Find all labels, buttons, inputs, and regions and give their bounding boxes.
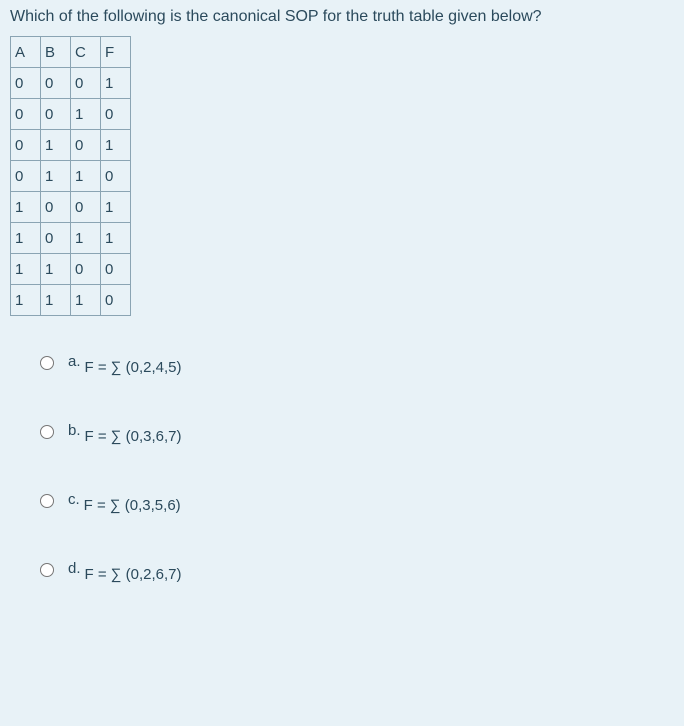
cell: 1 [101,192,131,223]
option-letter: d. [68,560,81,577]
radio-d[interactable] [40,563,54,577]
cell: 0 [101,285,131,316]
cell: 0 [11,99,41,130]
cell: 1 [101,68,131,99]
cell: 0 [71,192,101,223]
cell: 0 [101,99,131,130]
cell: 0 [71,130,101,161]
header-cell: A [11,37,41,68]
truth-table: A B C F 0 0 0 1 0 0 1 0 0 1 0 1 0 1 1 0 … [10,36,131,316]
cell: 0 [41,192,71,223]
header-cell: B [41,37,71,68]
option-letter: a. [68,353,81,370]
table-row: 0 0 1 0 [11,99,131,130]
option-formula: F = ∑ (0,2,6,7) [85,566,182,583]
cell: 1 [41,285,71,316]
option-b[interactable]: b. F = ∑ (0,3,6,7) [40,425,674,442]
cell: 1 [71,285,101,316]
option-formula: F = ∑ (0,2,4,5) [85,359,182,376]
cell: 0 [11,130,41,161]
cell: 1 [101,130,131,161]
cell: 1 [11,285,41,316]
options-group: a. F = ∑ (0,2,4,5) b. F = ∑ (0,3,6,7) c.… [10,356,674,580]
option-letter: b. [68,422,81,439]
cell: 1 [11,254,41,285]
cell: 1 [71,99,101,130]
cell: 0 [41,223,71,254]
table-row: 0 1 1 0 [11,161,131,192]
table-row: 1 0 1 1 [11,223,131,254]
cell: 0 [41,99,71,130]
cell: 1 [71,161,101,192]
option-d[interactable]: d. F = ∑ (0,2,6,7) [40,563,674,580]
cell: 0 [101,254,131,285]
cell: 0 [71,68,101,99]
cell: 1 [101,223,131,254]
table-row: 0 0 0 1 [11,68,131,99]
radio-c[interactable] [40,494,54,508]
header-cell: F [101,37,131,68]
cell: 0 [101,161,131,192]
cell: 1 [71,223,101,254]
option-letter: c. [68,491,80,508]
question-text: Which of the following is the canonical … [10,8,674,26]
table-row: 1 1 1 0 [11,285,131,316]
cell: 0 [11,161,41,192]
header-cell: C [71,37,101,68]
cell: 1 [41,130,71,161]
cell: 1 [11,192,41,223]
table-row: 1 1 0 0 [11,254,131,285]
cell: 0 [71,254,101,285]
option-a[interactable]: a. F = ∑ (0,2,4,5) [40,356,674,373]
option-formula: F = ∑ (0,3,5,6) [84,497,181,514]
table-header-row: A B C F [11,37,131,68]
cell: 1 [41,161,71,192]
table-row: 0 1 0 1 [11,130,131,161]
table-row: 1 0 0 1 [11,192,131,223]
radio-a[interactable] [40,356,54,370]
cell: 0 [41,68,71,99]
cell: 1 [41,254,71,285]
option-formula: F = ∑ (0,3,6,7) [85,428,182,445]
radio-b[interactable] [40,425,54,439]
cell: 1 [11,223,41,254]
option-c[interactable]: c. F = ∑ (0,3,5,6) [40,494,674,511]
cell: 0 [11,68,41,99]
